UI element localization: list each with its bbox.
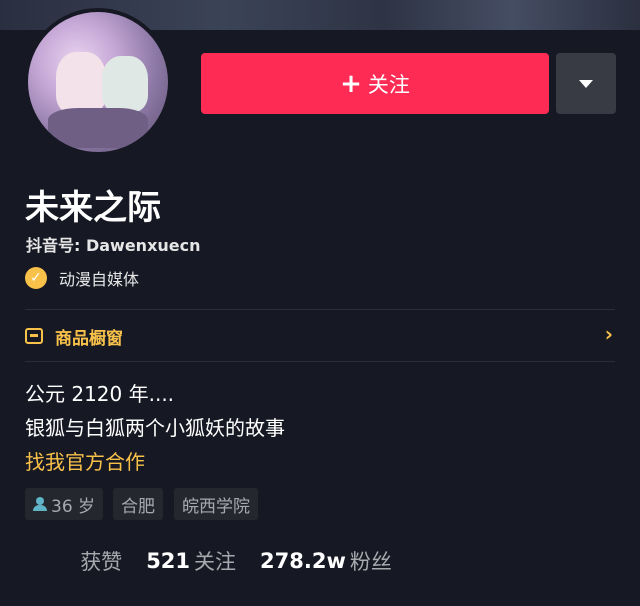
following-count[interactable]: 521 xyxy=(146,549,190,573)
avatar-character-right xyxy=(102,56,148,112)
school-label: 皖西学院 xyxy=(182,496,250,517)
verified-check-icon: ✓ xyxy=(25,267,47,289)
followers-count[interactable]: 278.2w xyxy=(260,549,346,573)
douyin-id: 抖音号: Dawenxuecn xyxy=(26,236,201,255)
city-tag: 合肥 xyxy=(113,488,163,520)
verification-row: ✓ 动漫自媒体 xyxy=(25,266,139,290)
shop-label: 商品橱窗 xyxy=(55,328,123,349)
bio-line: 银狐与白狐两个小狐妖的故事 xyxy=(25,416,285,440)
shop-icon xyxy=(25,328,43,344)
stats-row: 获赞 521 关注 278.2w 粉丝 xyxy=(25,546,416,576)
profile-name: 未来之际 xyxy=(25,188,161,228)
school-tag: 皖西学院 xyxy=(174,488,258,520)
divider xyxy=(25,309,615,310)
likes-value-blurred xyxy=(25,549,76,573)
avatar-base xyxy=(48,108,148,148)
age-label: 36 岁 xyxy=(51,496,96,517)
following-label[interactable]: 关注 xyxy=(194,546,236,576)
followers-label[interactable]: 粉丝 xyxy=(350,546,392,576)
age-tag: 36 岁 xyxy=(25,488,104,520)
bio-link[interactable]: 找我官方合作 xyxy=(25,446,145,475)
bio-line: 公元 2120 年.... xyxy=(25,382,175,406)
plus-icon: + xyxy=(340,68,362,99)
more-options-button[interactable] xyxy=(556,53,616,114)
person-icon xyxy=(33,497,47,511)
likes-label[interactable]: 获赞 xyxy=(80,546,122,576)
follow-label: 关注 xyxy=(367,72,410,97)
avatar-character-left xyxy=(56,52,106,114)
verification-label: 动漫自媒体 xyxy=(59,270,140,289)
chevron-right-icon: › xyxy=(604,322,613,346)
follow-button[interactable]: + 关注 xyxy=(201,53,549,114)
triangle-down-icon xyxy=(579,79,593,88)
divider xyxy=(25,361,615,362)
avatar[interactable] xyxy=(24,8,172,156)
shop-window-row[interactable]: 商品橱窗 › xyxy=(25,321,615,351)
city-label: 合肥 xyxy=(121,496,155,517)
